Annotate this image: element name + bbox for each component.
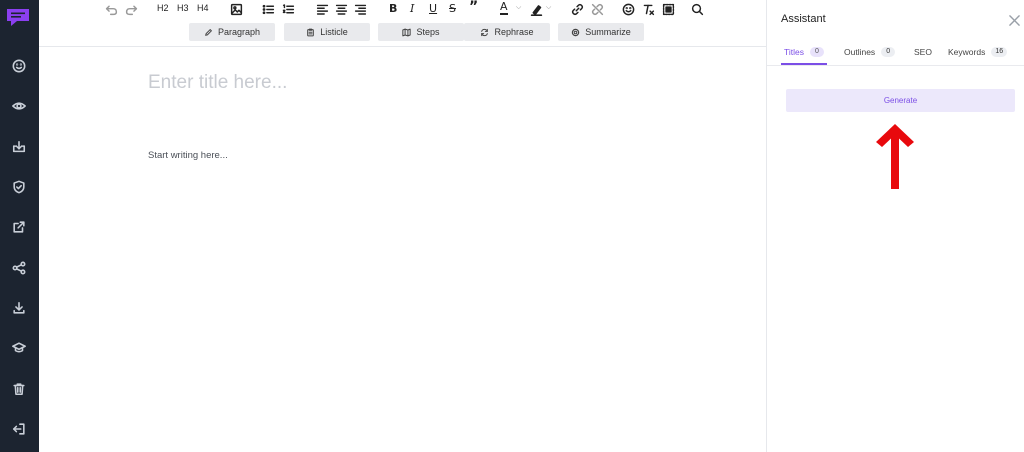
- map-icon: [402, 28, 412, 36]
- redo-icon[interactable]: [123, 1, 139, 17]
- text-color-button[interactable]: A: [500, 1, 508, 15]
- tab-seo-label: SEO: [914, 47, 932, 57]
- app-logo[interactable]: [5, 6, 33, 28]
- steps-label: Steps: [416, 27, 440, 37]
- left-rail: [0, 0, 39, 452]
- share-icon[interactable]: [7, 256, 31, 280]
- align-right-icon[interactable]: [352, 1, 368, 17]
- tab-outlines-label: Outlines: [844, 47, 876, 57]
- active-tab-indicator: [781, 63, 827, 65]
- heading-4-button[interactable]: H4: [197, 3, 209, 13]
- unlink-icon[interactable]: [589, 1, 605, 17]
- app: H2 H3 H4 B I U S ” A ⌵ ⌵ Paragraph Listi…: [0, 0, 1024, 452]
- emoji-icon[interactable]: [620, 1, 636, 17]
- eye-icon[interactable]: [7, 94, 31, 118]
- close-icon[interactable]: [1009, 13, 1021, 26]
- search-icon[interactable]: [689, 1, 705, 17]
- body-editor[interactable]: Start writing here...: [148, 150, 228, 161]
- align-left-icon[interactable]: [314, 1, 330, 17]
- graduation-cap-icon[interactable]: [7, 336, 31, 360]
- pencil-icon: [205, 28, 212, 36]
- sign-out-icon[interactable]: [7, 417, 31, 441]
- listicle-label: Listicle: [320, 27, 348, 37]
- gear-icon: [572, 28, 580, 36]
- tab-seo[interactable]: SEO: [914, 42, 932, 62]
- summarize-label: Summarize: [585, 27, 631, 37]
- select-all-icon[interactable]: [660, 1, 676, 17]
- highlighter-icon[interactable]: [528, 1, 544, 17]
- summarize-button[interactable]: Summarize: [558, 23, 644, 41]
- underline-button[interactable]: U: [429, 2, 437, 15]
- assistant-tabs: Titles 0 Outlines 0 SEO Keywords 16: [767, 36, 1024, 66]
- chevron-down-icon[interactable]: ⌵: [516, 3, 521, 12]
- tab-outlines[interactable]: Outlines 0: [844, 42, 896, 62]
- quote-button[interactable]: ”: [469, 0, 478, 15]
- undo-icon[interactable]: [103, 1, 119, 17]
- smile-icon[interactable]: [7, 54, 31, 78]
- tab-titles-count: 0: [810, 47, 824, 57]
- tab-titles-label: Titles: [784, 47, 804, 57]
- heading-2-button[interactable]: H2: [157, 3, 169, 13]
- tab-keywords-label: Keywords: [948, 47, 986, 57]
- listicle-button[interactable]: Listicle: [284, 23, 370, 41]
- bold-button[interactable]: B: [389, 2, 397, 15]
- chevron-down-icon[interactable]: ⌵: [546, 3, 551, 12]
- rephrase-label: Rephrase: [494, 27, 534, 37]
- heading-3-button[interactable]: H3: [177, 3, 189, 13]
- assistant-title: Assistant: [781, 13, 826, 25]
- image-icon[interactable]: [228, 1, 244, 17]
- external-link-icon[interactable]: [7, 215, 31, 239]
- clipboard-icon: [307, 28, 315, 36]
- tab-outlines-count: 0: [881, 47, 896, 57]
- generate-button[interactable]: Generate: [786, 89, 1015, 112]
- tab-keywords-count: 16: [991, 47, 1008, 57]
- paragraph-button[interactable]: Paragraph: [189, 23, 275, 41]
- title-input[interactable]: Enter title here...: [148, 72, 287, 94]
- assistant-panel: Assistant Titles 0 Outlines 0 SEO Keywor…: [766, 0, 1024, 452]
- numbered-list-icon[interactable]: [280, 1, 296, 17]
- download-icon[interactable]: [7, 296, 31, 320]
- download-box-icon[interactable]: [7, 135, 31, 159]
- editor-toolbar: H2 H3 H4 B I U S ” A ⌵ ⌵ Paragraph Listi…: [39, 0, 766, 47]
- arrow-annotation-icon: [872, 120, 918, 192]
- align-center-icon[interactable]: [333, 1, 349, 17]
- tab-keywords[interactable]: Keywords 16: [948, 42, 1008, 62]
- shield-check-icon[interactable]: [7, 175, 31, 199]
- refresh-icon: [481, 28, 489, 36]
- trash-icon[interactable]: [7, 377, 31, 401]
- strikethrough-button[interactable]: S: [449, 2, 456, 15]
- italic-button[interactable]: I: [410, 2, 414, 15]
- tab-titles[interactable]: Titles 0: [784, 42, 824, 62]
- link-icon[interactable]: [569, 1, 585, 17]
- paragraph-label: Paragraph: [217, 27, 261, 37]
- rephrase-button[interactable]: Rephrase: [464, 23, 550, 41]
- bullet-list-icon[interactable]: [260, 1, 276, 17]
- clear-format-icon[interactable]: [640, 1, 656, 17]
- steps-button[interactable]: Steps: [378, 23, 464, 41]
